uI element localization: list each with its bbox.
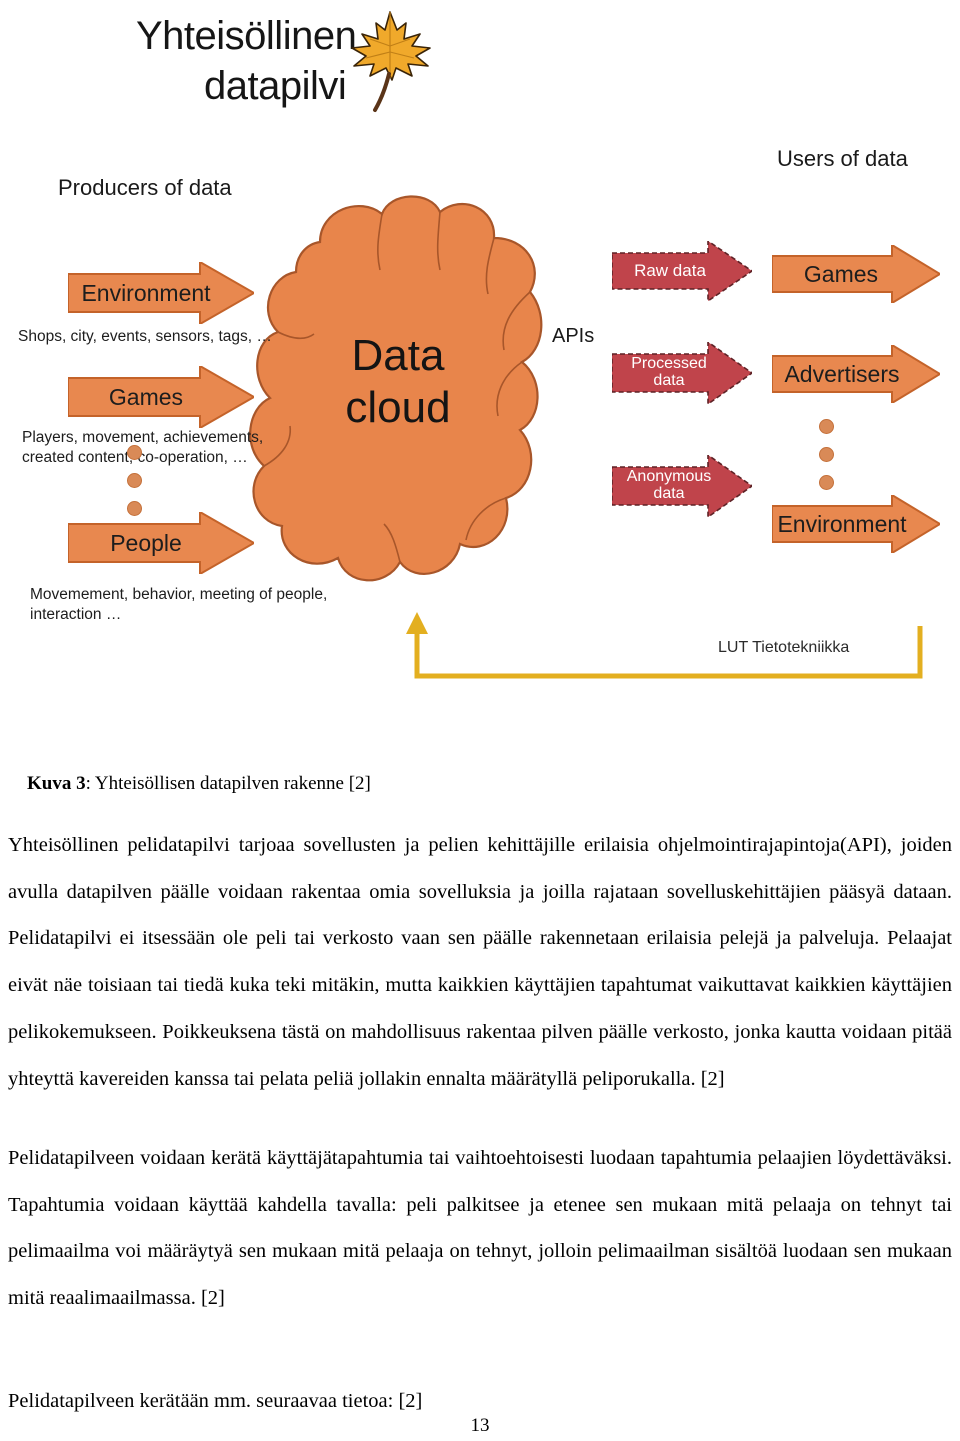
producer-arrow-games[interactable]: Games bbox=[68, 366, 254, 428]
api-arrow-processed-data[interactable]: Processed data bbox=[612, 342, 752, 404]
figure-title-line-1: Yhteisöllinen bbox=[136, 14, 357, 58]
user-arrow-label: Games bbox=[803, 260, 879, 287]
producer-arrow-label: Environment bbox=[81, 279, 211, 306]
user-arrow-label: Environment bbox=[777, 510, 907, 537]
paragraph-2: Pelidatapilveen voidaan kerätä käyttäjät… bbox=[8, 1147, 952, 1310]
figure-caption-text: : Yhteisöllisen datapilven rakenne [2] bbox=[85, 773, 371, 794]
producers-of-data-heading: Producers of data bbox=[58, 175, 232, 200]
producer-arrow-label: Games bbox=[108, 383, 184, 410]
api-arrow-label: Anonymous data bbox=[626, 468, 712, 502]
producer-arrow-people[interactable]: People bbox=[68, 512, 254, 574]
producer-caption-games: Players, movement, achievements, created… bbox=[22, 429, 264, 467]
producer-arrow-environment[interactable]: Environment bbox=[68, 262, 254, 324]
producer-caption-people: Movemement, behavior, meeting of people,… bbox=[30, 586, 328, 624]
figure-title-line-2: datapilvi bbox=[204, 64, 347, 108]
user-arrow-advertisers[interactable]: Advertisers bbox=[772, 345, 940, 403]
paragraph-1: Yhteisöllinen pelidatapilvi tarjoaa sove… bbox=[8, 834, 952, 1090]
ellipsis-dot bbox=[819, 419, 834, 434]
ellipsis-dot bbox=[819, 475, 834, 490]
api-arrow-raw-data[interactable]: Raw data bbox=[612, 241, 752, 301]
lut-footer-label: LUT Tietotekniikka bbox=[718, 639, 850, 656]
page-number: 13 bbox=[470, 1415, 490, 1436]
ellipsis-dot bbox=[819, 447, 834, 462]
users-of-data-heading: Users of data bbox=[777, 146, 908, 171]
users-ellipsis-dots bbox=[819, 419, 834, 503]
apis-label: APIs bbox=[552, 325, 595, 347]
figure-caption: Kuva 3: Yhteisöllisen datapilven rakenne… bbox=[8, 751, 371, 817]
producer-caption-environment: Shops, city, events, sensors, tags, … bbox=[18, 328, 272, 345]
user-arrow-label: Advertisers bbox=[784, 360, 900, 387]
figure-caption-label: Kuva 3 bbox=[27, 773, 86, 794]
user-arrow-environment[interactable]: Environment bbox=[772, 495, 940, 553]
api-arrow-label: Processed data bbox=[631, 355, 707, 389]
producer-arrow-label: People bbox=[110, 529, 182, 556]
data-cloud-label: Data cloud bbox=[345, 331, 451, 432]
ellipsis-dot bbox=[127, 445, 142, 460]
api-arrow-label: Raw data bbox=[634, 261, 706, 281]
maple-leaf-icon bbox=[351, 11, 431, 112]
feedback-bracket-arrow bbox=[406, 612, 923, 679]
figure-yhteisollinen-datapilvi: Yhteisöllinen datapilvi Producers of dat… bbox=[0, 0, 960, 720]
ellipsis-dot bbox=[127, 473, 142, 488]
api-arrow-anonymous-data[interactable]: Anonymous data bbox=[612, 455, 752, 517]
user-arrow-games[interactable]: Games bbox=[772, 245, 940, 303]
